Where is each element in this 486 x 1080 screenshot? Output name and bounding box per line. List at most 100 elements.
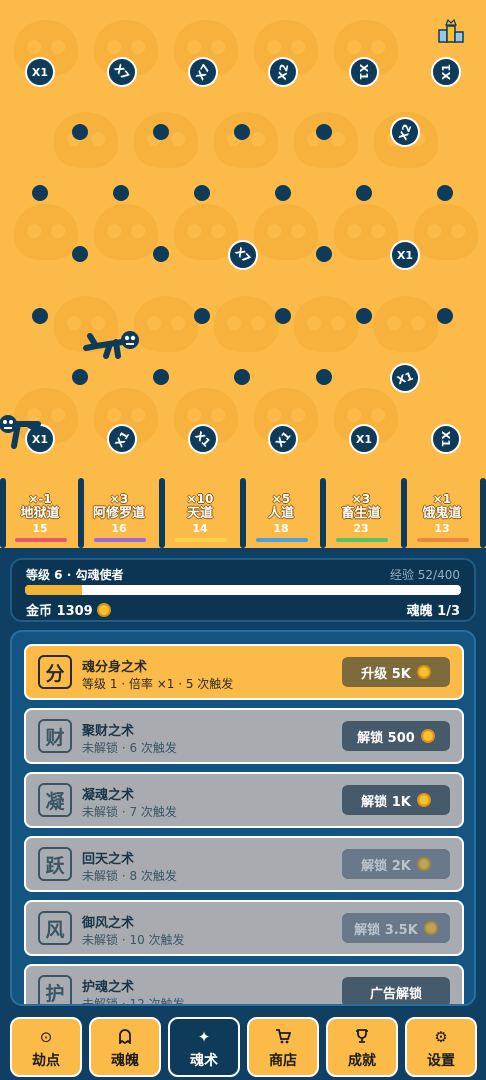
- slot-name: 饿鬼道: [422, 506, 462, 521]
- multiplier-peg: X1: [390, 240, 420, 270]
- peg: [316, 124, 332, 140]
- multiplier-peg: X1: [25, 57, 55, 87]
- unlock-skill-button[interactable]: 解锁 500: [342, 721, 450, 751]
- skill-row[interactable]: 凝 凝魂之术 未解锁 · 7 次触发 解锁 1K: [24, 772, 464, 828]
- slot-heaven: ×10 天道 14: [165, 478, 235, 544]
- tab-plunder-points[interactable]: ⊙ 劫点: [10, 1017, 82, 1077]
- slot-count: 14: [192, 522, 208, 535]
- button-label: 广告解锁: [369, 986, 422, 1002]
- ragdoll-figure: [83, 331, 139, 359]
- gold-amount: 金币 1309: [26, 604, 93, 619]
- skill-name: 魂分身之术: [82, 660, 148, 675]
- peg: [275, 185, 291, 201]
- skill-name: 护魂之术: [82, 980, 135, 995]
- slot-color-bar: [417, 538, 469, 542]
- multiplier-peg: X1: [385, 358, 425, 398]
- skull-decoration: [294, 296, 358, 352]
- coin-icon: [416, 857, 431, 871]
- skill-row[interactable]: 跃 回天之术 未解锁 · 8 次触发 解锁 2K: [24, 836, 464, 892]
- plinko-board[interactable]: X1 X7 X7 X2 X1 X1 X2 X7 X1 X1 X1 X1 X1 X…: [0, 0, 486, 548]
- ad-unlock-button[interactable]: 广告解锁: [342, 977, 450, 1004]
- slot-human: ×5 人道 18: [246, 478, 316, 544]
- peg: [356, 308, 372, 324]
- peg: [153, 369, 169, 385]
- skull-decoration: [294, 112, 358, 168]
- slot-count: 13: [434, 522, 450, 535]
- skill-description: 未解锁 · 6 次触发: [82, 741, 177, 755]
- peg: [316, 369, 332, 385]
- slot-count: 23: [353, 522, 369, 535]
- multiplier-peg: X1: [349, 424, 379, 454]
- peg: [194, 308, 210, 324]
- leaderboard-icon[interactable]: [437, 18, 465, 44]
- peg: [32, 185, 48, 201]
- peg: [72, 124, 88, 140]
- slot-hungry-ghost: ×1 饿鬼道 13: [407, 478, 477, 544]
- tab-settings[interactable]: ⚙ 设置: [405, 1017, 477, 1077]
- peg: [153, 124, 169, 140]
- skull-decoration: [134, 112, 198, 168]
- skill-wealth-icon: 财: [38, 719, 72, 753]
- tab-soul-arts[interactable]: ✦ 魂术: [168, 1017, 240, 1077]
- slot-count: 18: [273, 522, 289, 535]
- coin-icon: [420, 729, 435, 743]
- slot-color-bar: [256, 538, 308, 542]
- skull-decoration: [14, 204, 78, 260]
- coin-icon: [423, 921, 438, 935]
- upgrade-skill-button[interactable]: 升级 5K: [342, 657, 450, 687]
- coin-icon: [416, 793, 431, 807]
- slot-multiplier: ×-1: [28, 492, 52, 506]
- peg: [316, 246, 332, 262]
- skill-row[interactable]: 护 护魂之术 未解锁 · 12 次触发 广告解锁: [24, 964, 464, 1004]
- unlock-skill-button[interactable]: 解锁 3.5K: [342, 913, 450, 943]
- tab-label: 商店: [269, 1053, 297, 1069]
- multiplier-peg: X1: [431, 57, 461, 87]
- skull-decoration: [214, 296, 278, 352]
- skill-leap-icon: 跃: [38, 847, 72, 881]
- skill-name: 聚财之术: [82, 724, 135, 739]
- skill-description: 未解锁 · 7 次触发: [82, 805, 177, 819]
- slot-name: 人道: [267, 506, 294, 521]
- slot-name: 畜生道: [341, 506, 381, 521]
- peg: [72, 246, 88, 262]
- tab-label: 魂术: [190, 1053, 218, 1069]
- slot-divider: [480, 478, 486, 548]
- ragdoll-figure: [0, 415, 43, 449]
- tab-label: 魂魄: [111, 1053, 139, 1069]
- xp-progress-bar: [24, 584, 462, 596]
- multiplier-peg: X1: [431, 424, 461, 454]
- xp-progress-fill: [25, 585, 82, 595]
- skill-name: 回天之术: [82, 852, 135, 867]
- tab-label: 劫点: [32, 1053, 60, 1069]
- tab-souls[interactable]: 魂魄: [89, 1017, 161, 1077]
- sparkle-icon: ✦: [197, 1028, 211, 1046]
- slot-multiplier: ×3: [109, 492, 129, 506]
- slot-animal: ×3 畜生道 23: [326, 478, 396, 544]
- skill-guard-icon: 护: [38, 975, 72, 1004]
- tab-achievements[interactable]: 成就: [326, 1017, 398, 1077]
- skill-name: 御风之术: [82, 916, 135, 931]
- slot-name: 阿修罗道: [92, 506, 145, 521]
- skill-row[interactable]: 财 聚财之术 未解锁 · 6 次触发 解锁 500: [24, 708, 464, 764]
- peg: [275, 308, 291, 324]
- skull-decoration: [54, 112, 118, 168]
- peg: [32, 308, 48, 324]
- slot-name: 地狱道: [20, 506, 60, 521]
- tab-shop[interactable]: 商店: [247, 1017, 319, 1077]
- unlock-skill-button[interactable]: 解锁 1K: [342, 785, 450, 815]
- slot-asura: ×3 阿修罗道 16: [84, 478, 154, 544]
- player-level: 等级 6 · 勾魂使者: [26, 568, 124, 582]
- skill-list-panel[interactable]: 分 魂分身之术 等级 1 · 倍率 ×1 · 5 次触发 升级 5K 财 聚财之…: [10, 630, 476, 1006]
- slot-color-bar: [336, 538, 388, 542]
- skill-clone-icon: 分: [38, 655, 72, 689]
- slot-color-bar: [94, 538, 146, 542]
- gold-counter: 金币 1309: [26, 600, 111, 619]
- unlock-skill-button[interactable]: 解锁 2K: [342, 849, 450, 879]
- bottom-nav: ⊙ 劫点 魂魄 ✦ 魂术 商店 成就 ⚙ 设置: [0, 1010, 486, 1080]
- slot-count: 15: [32, 522, 48, 535]
- skill-row[interactable]: 风 御风之术 未解锁 · 10 次触发 解锁 3.5K: [24, 900, 464, 956]
- button-label: 解锁 3.5K: [354, 922, 418, 938]
- button-label: 升级 5K: [361, 666, 411, 682]
- tab-label: 设置: [427, 1053, 455, 1069]
- skill-row[interactable]: 分 魂分身之术 等级 1 · 倍率 ×1 · 5 次触发 升级 5K: [24, 644, 464, 700]
